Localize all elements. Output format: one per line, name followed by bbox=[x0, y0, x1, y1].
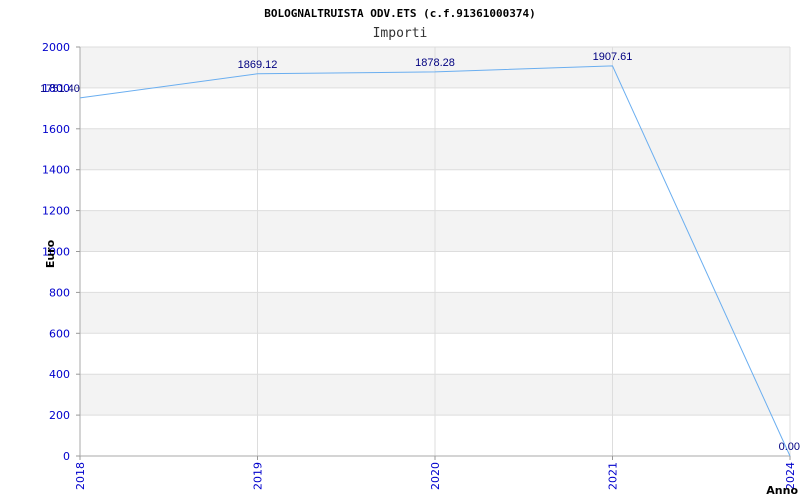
chart-title: BOLOGNALTRUISTA ODV.ETS (c.f.91361000374… bbox=[264, 7, 536, 20]
y-tick-label: 0 bbox=[63, 450, 70, 463]
data-label: 1907.61 bbox=[593, 51, 633, 63]
data-label: 0.00 bbox=[779, 441, 800, 453]
y-tick-label: 200 bbox=[49, 409, 70, 422]
x-tick-label: 2020 bbox=[429, 462, 442, 490]
y-tick-label: 400 bbox=[49, 368, 70, 381]
data-label: 1878.28 bbox=[415, 57, 455, 69]
chart-subtitle: Importi bbox=[373, 26, 428, 41]
x-axis-ticks: 2018 2019 2020 2021 2024 bbox=[74, 456, 797, 490]
x-tick-label: 2021 bbox=[607, 462, 620, 490]
data-label: 1869.12 bbox=[238, 59, 278, 71]
x-tick-label: 2018 bbox=[74, 462, 87, 490]
x-tick-label: 2019 bbox=[252, 462, 265, 490]
y-axis-label: Euro bbox=[44, 239, 57, 268]
y-tick-label: 1200 bbox=[42, 205, 70, 218]
x-axis-label: Anno bbox=[766, 484, 798, 497]
y-tick-label: 1600 bbox=[42, 123, 70, 136]
y-tick-label: 2000 bbox=[42, 41, 70, 54]
y-tick-label: 800 bbox=[49, 286, 70, 299]
y-tick-label: 1400 bbox=[42, 164, 70, 177]
data-label: 1751.40 bbox=[40, 83, 80, 95]
line-chart: BOLOGNALTRUISTA ODV.ETS (c.f.91361000374… bbox=[40, 7, 800, 497]
y-tick-label: 600 bbox=[49, 327, 70, 340]
